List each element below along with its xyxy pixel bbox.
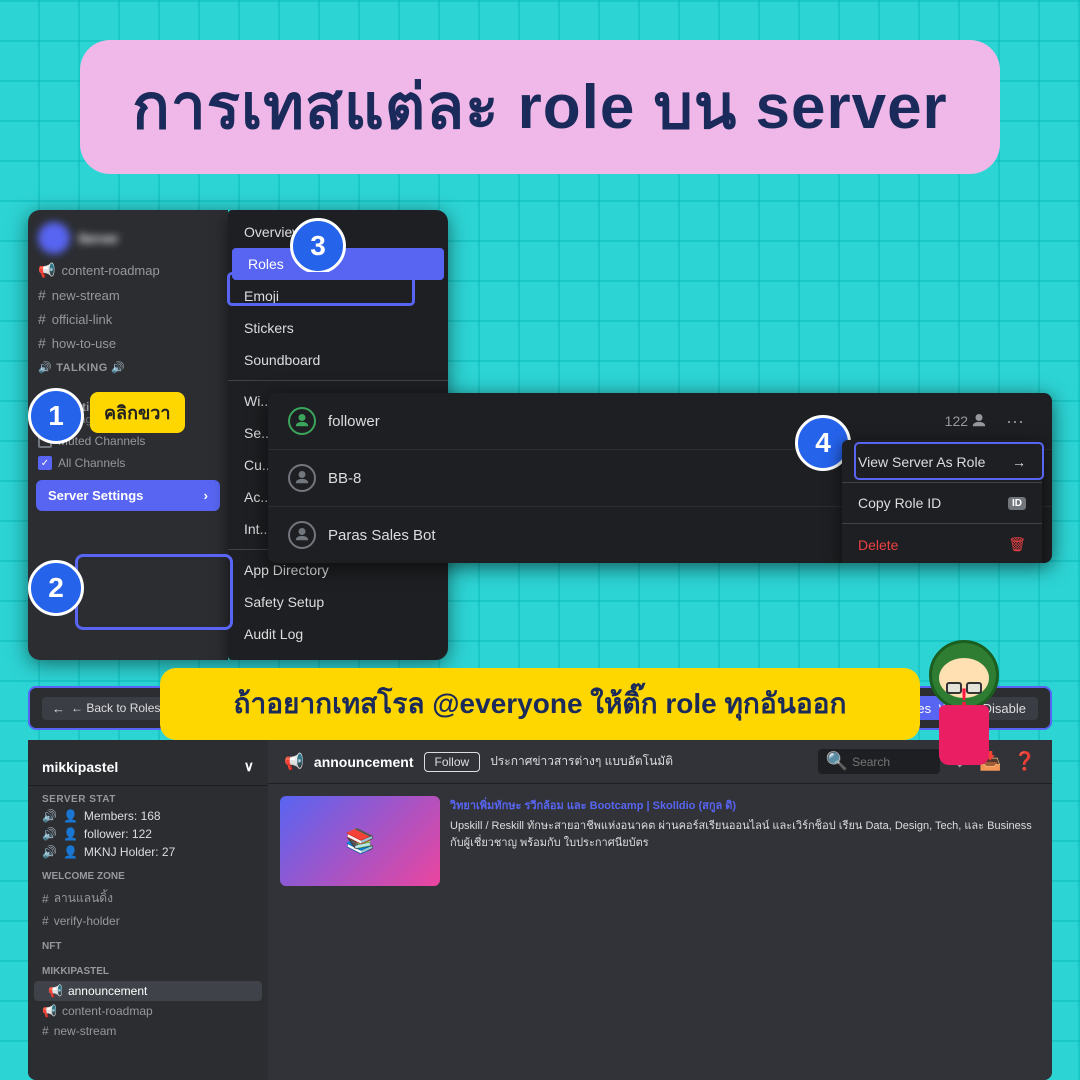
mascot-torso <box>939 705 989 765</box>
discord-left-sidebar: mikkipastel ∨ SERVER STAT 🔊 👤 Members: 1… <box>28 740 268 1080</box>
role-icon-bb8 <box>288 464 316 492</box>
person-icon-3: 👤 <box>63 845 78 859</box>
announcement-title-small: ประกาศข่าวสารต่างๆ แบบอัตโนมัติ <box>490 752 673 771</box>
title-text: การเทสแต่ละ role บน server <box>132 73 947 142</box>
roles-panel: follower 122 ··· View Server As Role → C… <box>268 393 1052 563</box>
announcement-image: 📚 <box>280 796 440 886</box>
step-2-circle: 2 <box>28 560 84 616</box>
sidebar-channel-official-link[interactable]: # official-link <box>28 307 228 331</box>
stat-members: 🔊 👤 Members: 168 <box>28 807 268 825</box>
mascot-face: ! <box>939 658 989 698</box>
annotation-text: ถ้าอยากเทสโรล @everyone ให้ติ๊ก role ทุก… <box>234 688 847 719</box>
hash-icon-new-stream: # <box>42 1024 49 1038</box>
channel-landing[interactable]: # ลานแลนดิ้ง <box>28 886 268 911</box>
server-name-header[interactable]: mikkipastel ∨ <box>28 748 268 786</box>
megaphone-icon-2: 📢 <box>48 984 63 998</box>
all-channels-row[interactable]: ✓ All Channels <box>28 452 228 474</box>
stat-mknj: 🔊 👤 MKNJ Holder: 27 <box>28 843 268 861</box>
copy-role-id-item[interactable]: Copy Role ID ID <box>842 485 1042 521</box>
sidebar-channel-new-stream[interactable]: # new-stream <box>28 283 228 307</box>
hash-icon-landing: # <box>42 892 49 906</box>
ctx-divider-1 <box>228 380 448 381</box>
nft-section-header: NFT <box>28 937 268 956</box>
ann-body: Upskill / Reskill ทักษะสายอาชีพแห่งอนาคต… <box>450 818 1040 851</box>
hash-icon-3: # <box>38 335 46 351</box>
megaphone-icon-header: 📢 <box>284 752 304 772</box>
channel-verify[interactable]: # verify-holder <box>28 911 268 931</box>
ctx-soundboard[interactable]: Soundboard <box>228 344 448 376</box>
mascot: ! <box>904 640 1024 790</box>
role-context-menu: View Server As Role → Copy Role ID ID De… <box>842 440 1042 563</box>
megaphone-icon: 📢 <box>38 262 55 279</box>
all-channels-checkbox[interactable]: ✓ <box>38 456 52 470</box>
rcm-divider-2 <box>842 523 1042 524</box>
hash-icon-verify: # <box>42 914 49 928</box>
roles-menu-outline <box>227 272 415 306</box>
megaphone-icon-3: 📢 <box>42 1004 57 1018</box>
role-count-follower: 122 <box>945 413 986 429</box>
delete-role-item[interactable]: Delete 🗑 <box>842 526 1042 563</box>
bottom-annotation: ถ้าอยากเทสโรล @everyone ให้ติ๊ก role ทุก… <box>160 668 920 740</box>
glass-right <box>966 682 982 694</box>
talking-section: 🔊 TALKING 🔊 <box>28 355 228 376</box>
speaker-icon-2: 🔊 <box>42 827 57 841</box>
sidebar-channel-how-to-use[interactable]: # how-to-use <box>28 331 228 355</box>
arrow-right-icon: → <box>1012 454 1026 470</box>
follow-button[interactable]: Follow <box>424 752 481 772</box>
mascot-head: ! <box>929 640 999 710</box>
server-settings-button[interactable]: Server Settings › <box>36 480 220 511</box>
step-1-circle: 1 <box>28 388 84 444</box>
stat-follower: 🔊 👤 follower: 122 <box>28 825 268 843</box>
view-server-as-role-item[interactable]: View Server As Role → <box>842 444 1042 480</box>
channel-header-name: announcement <box>314 754 414 770</box>
speaker-icon-3: 🔊 <box>42 845 57 859</box>
ctx-bans[interactable]: Bans <box>228 650 448 660</box>
person-icon-2: 👤 <box>63 827 78 841</box>
ctx-safety-setup[interactable]: Safety Setup <box>228 586 448 618</box>
chevron-down-icon-server: ∨ <box>244 758 254 775</box>
person-icon-1: 👤 <box>63 809 78 823</box>
channel-new-stream[interactable]: # new-stream <box>28 1021 268 1041</box>
role-icon-follower <box>288 407 316 435</box>
role-icon-paras <box>288 521 316 549</box>
id-badge: ID <box>1008 497 1026 510</box>
click-right-label: คลิกขวา <box>90 392 185 433</box>
main-content-area: 📚 วิทยาเพิ่มทักษะ รวีกล้อม และ Bootcamp … <box>268 784 1052 1080</box>
search-icon: 🔍 <box>826 751 848 772</box>
channel-content-roadmap[interactable]: 📢 content-roadmap <box>28 1001 268 1021</box>
rcm-divider-1 <box>842 482 1042 483</box>
ctx-audit-log[interactable]: Audit Log <box>228 618 448 650</box>
ctx-stickers[interactable]: Stickers <box>228 312 448 344</box>
sidebar-channel-content-roadmap[interactable]: 📢 content-roadmap <box>28 258 228 283</box>
speaker-icon-1: 🔊 <box>42 809 57 823</box>
channel-announcement-active[interactable]: 📢 announcement <box>34 981 262 1001</box>
role-options-dots-follower[interactable]: ··· <box>998 411 1032 432</box>
hash-icon: # <box>38 287 46 303</box>
title-banner: การเทสแต่ละ role บน server <box>80 40 1000 174</box>
mikkipastel-section-header: MIKKIPASTEL <box>28 962 268 981</box>
discord-main-content: 📢 announcement Follow ประกาศข่าวสารต่างๆ… <box>268 740 1052 1080</box>
step-3-circle: 3 <box>290 218 346 274</box>
arrow-left-icon: ← <box>52 701 65 716</box>
stat-section: SERVER STAT <box>28 792 268 807</box>
chevron-right-icon: › <box>204 488 208 503</box>
discord-bottom-view: mikkipastel ∨ SERVER STAT 🔊 👤 Members: 1… <box>28 740 1052 1080</box>
volume-icon: 🔊 <box>38 361 52 374</box>
welcome-zone-header: WELCOME ZONE <box>28 867 268 886</box>
hash-icon-2: # <box>38 311 46 327</box>
ann-link: วิทยาเพิ่มทักษะ รวีกล้อม และ Bootcamp | … <box>450 796 1040 814</box>
announcement-text: วิทยาเพิ่มทักษะ รวีกล้อม และ Bootcamp | … <box>450 796 1040 1068</box>
muted-all-channels-outline <box>75 554 233 630</box>
trash-icon: 🗑 <box>1008 536 1026 553</box>
